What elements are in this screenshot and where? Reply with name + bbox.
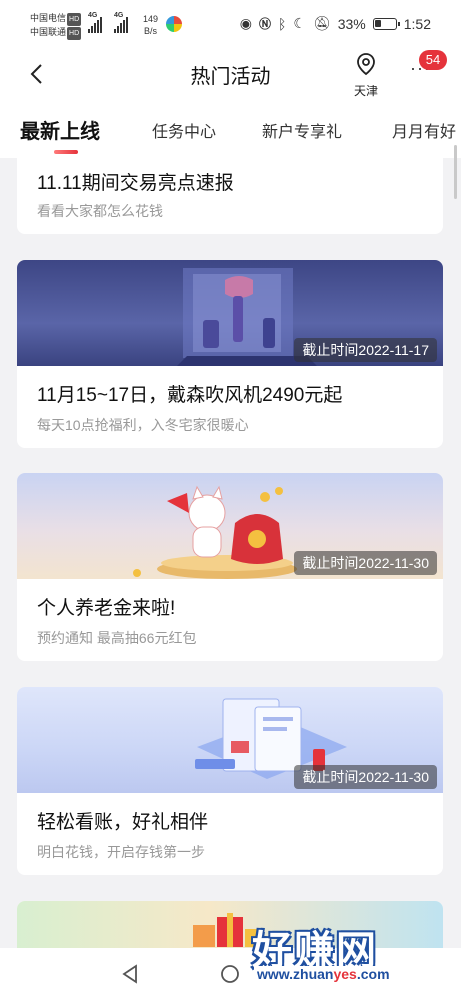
hd-badge: HD xyxy=(67,13,82,26)
activity-card[interactable]: 11.11期间交易亮点速报 看看大家都怎么花钱 xyxy=(17,158,443,234)
mute-icon: 🔕︎ xyxy=(312,15,331,31)
deadline-badge: 截止时间2022-11-30 xyxy=(294,551,437,575)
activity-card[interactable]: 截止时间2022-11-17 11月15~17日，戴森吹风机2490元起 每天1… xyxy=(17,260,443,448)
moon-icon: ☾ xyxy=(293,15,306,31)
active-tab-indicator xyxy=(54,150,78,154)
tab-task-center[interactable]: 任务中心 xyxy=(152,118,216,142)
watermark-url: www.zhuanyes.com xyxy=(254,966,393,982)
banner-image: 截止时间2022-11-17 xyxy=(17,260,443,366)
scrollbar[interactable] xyxy=(454,145,457,199)
location-button[interactable]: 天津 xyxy=(350,52,382,99)
network-speed: 149 B/s xyxy=(143,14,159,36)
card-subtitle: 看看大家都怎么花钱 xyxy=(37,203,163,219)
signal-icon: 4G xyxy=(88,12,102,33)
card-title: 11.11期间交易亮点速报 xyxy=(37,173,234,194)
nav-back-icon[interactable] xyxy=(120,964,140,984)
deadline-badge: 截止时间2022-11-17 xyxy=(294,338,437,362)
location-pin-icon xyxy=(357,53,375,76)
card-title: 11月15~17日，戴森吹风机2490元起 xyxy=(37,385,343,406)
tab-monthly[interactable]: 月月有好 xyxy=(392,118,456,142)
watermark-logo: 好赚网 www.zhuanyes.com xyxy=(252,918,452,990)
carrier-2: 中国联通 xyxy=(30,27,67,37)
card-title: 个人养老金来啦! xyxy=(37,598,176,619)
nav-home-icon[interactable] xyxy=(220,964,240,984)
tab-new-user-gift[interactable]: 新户专享礼 xyxy=(262,118,342,142)
app-header: 热门活动 天津 ··· 54 xyxy=(0,48,461,102)
hd-badge: HD xyxy=(67,27,82,40)
page-title: 热门活动 xyxy=(190,66,271,88)
card-subtitle: 预约通知 最高抽66元红包 xyxy=(37,630,197,646)
tab-latest[interactable]: 最新上线 xyxy=(20,115,100,144)
nfc-icon: Ⓝ xyxy=(258,17,271,31)
app-notification-icon xyxy=(166,16,182,32)
message-count-badge: 54 xyxy=(419,50,447,70)
card-title: 轻松看账，好礼相伴 xyxy=(37,812,209,833)
location-label: 天津 xyxy=(353,84,378,98)
status-bar: 中国电信 HD 中国联通 HD 4G 4G 149 B/s ◉ Ⓝ ᛒ ☾ 🔕︎ 33… xyxy=(0,0,461,48)
battery-percent: 33% xyxy=(337,15,366,32)
card-subtitle: 明白花钱，开启存钱第一步 xyxy=(37,844,205,860)
activity-card[interactable]: 截止时间2022-11-30 轻松看账，好礼相伴 明白花钱，开启存钱第一步 xyxy=(17,687,443,875)
battery-icon xyxy=(372,17,400,30)
carrier-1: 中国电信 xyxy=(30,13,67,23)
category-tabs: 最新上线 任务中心 新户专享礼 月月有好 xyxy=(0,102,461,158)
banner-image: 截止时间2022-11-30 xyxy=(17,473,443,579)
clock: 1:52 xyxy=(403,15,431,32)
carrier-info: 中国电信 HD 中国联通 HD xyxy=(30,12,82,40)
card-subtitle: 每天10点抢福利，入冬宅家很暖心 xyxy=(37,417,249,433)
system-icons: ◉ Ⓝ ᛒ ☾ 🔕︎ 33% 1:52 xyxy=(240,15,431,32)
bluetooth-icon: ᛒ xyxy=(277,15,287,32)
banner-image: 截止时间2022-11-30 xyxy=(17,687,443,793)
activity-card[interactable]: 截止时间2022-11-30 个人养老金来啦! 预约通知 最高抽66元红包 xyxy=(17,473,443,661)
eye-icon: ◉ xyxy=(239,15,252,31)
deadline-badge: 截止时间2022-11-30 xyxy=(294,765,437,789)
signal-icon: 4G xyxy=(114,12,128,33)
